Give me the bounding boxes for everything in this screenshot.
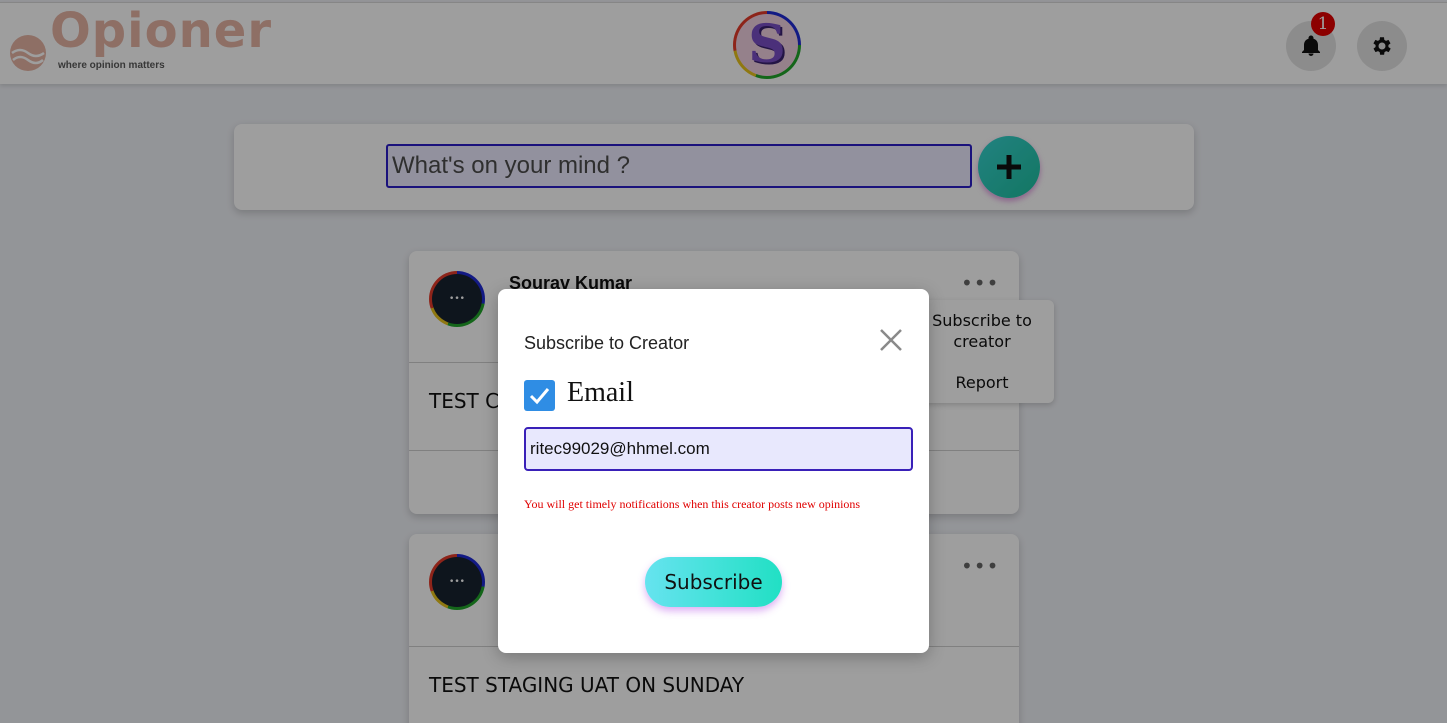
modal-title: Subscribe to Creator — [524, 333, 690, 353]
subscribe-button[interactable]: Subscribe — [645, 557, 782, 607]
subscription-notice: You will get timely notifications when t… — [524, 497, 861, 511]
email-option-label[interactable]: Email — [567, 377, 634, 409]
email-checkbox[interactable] — [524, 380, 555, 411]
close-icon[interactable] — [878, 327, 904, 353]
subscribe-modal: Subscribe to Creator Email You will get … — [498, 289, 929, 653]
checkmark-icon — [529, 388, 550, 405]
email-field[interactable] — [524, 427, 913, 471]
